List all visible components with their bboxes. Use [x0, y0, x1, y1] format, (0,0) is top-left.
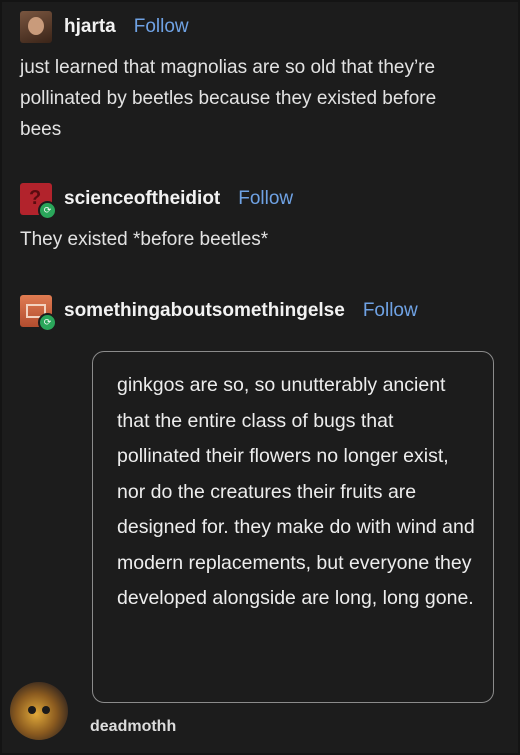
post-header: ⟳ somethingaboutsomethingelse Follow: [20, 294, 500, 332]
follow-button[interactable]: Follow: [363, 300, 418, 322]
post-scienceoftheidiot: ? ⟳ scienceoftheidiot Follow They existe…: [20, 182, 500, 255]
avatar-face: [28, 17, 44, 35]
post-hjarta: hjarta Follow just learned that magnolia…: [20, 10, 500, 145]
post-somethingaboutsomethingelse: ⟳ somethingaboutsomethingelse Follow: [20, 294, 500, 332]
avatar[interactable]: ⟳: [20, 295, 57, 332]
post-text: They existed *before beetles*: [20, 229, 269, 250]
post-footer: deadmothh: [10, 682, 176, 740]
post-header: hjarta Follow: [20, 10, 500, 44]
post-text: just learned that magnolias are so old t…: [20, 57, 437, 140]
username[interactable]: scienceoftheidiot: [64, 188, 220, 210]
avatar[interactable]: ? ⟳: [20, 183, 57, 220]
username[interactable]: hjarta: [64, 16, 116, 38]
reblog-icon: ⟳: [38, 201, 57, 220]
username[interactable]: somethingaboutsomethingelse: [64, 300, 345, 322]
follow-button[interactable]: Follow: [238, 188, 293, 210]
avatar[interactable]: [10, 682, 68, 740]
quote-box: ginkgos are so, so unutterably ancient t…: [92, 351, 494, 703]
avatar-eye: [42, 706, 50, 714]
username[interactable]: deadmothh: [90, 718, 176, 736]
post-header: ? ⟳ scienceoftheidiot Follow: [20, 182, 500, 220]
reblog-icon: ⟳: [38, 313, 57, 332]
avatar-eye: [28, 706, 36, 714]
avatar[interactable]: [20, 11, 52, 43]
follow-button[interactable]: Follow: [134, 16, 189, 38]
